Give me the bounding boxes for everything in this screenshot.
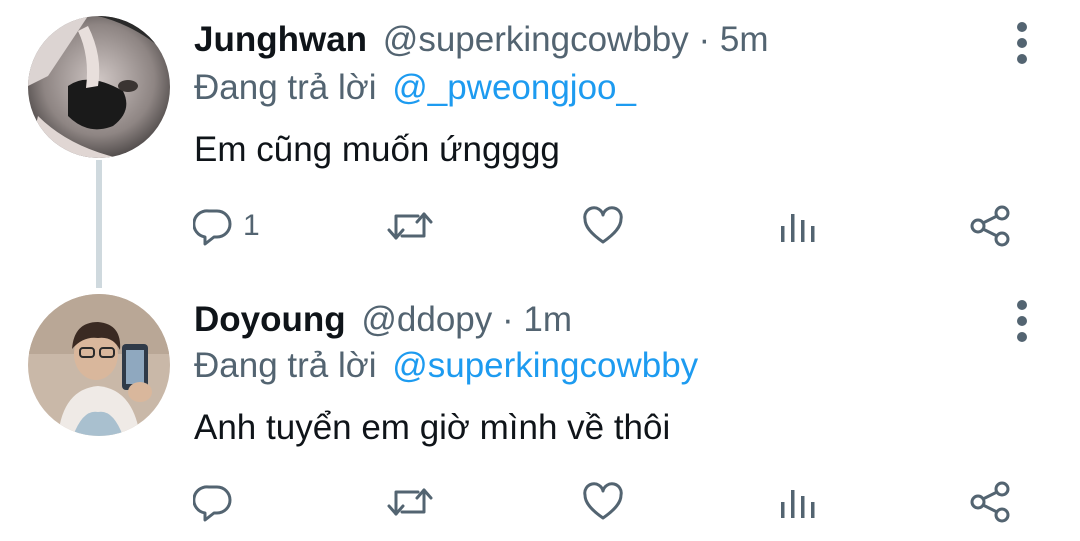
replying-to: Đang trả lời @superkingcowbby — [194, 346, 698, 386]
more-options-icon[interactable] — [1008, 22, 1036, 66]
avatar[interactable] — [28, 294, 170, 436]
reply-count: 1 — [243, 209, 260, 242]
tweet-1[interactable]: Junghwan @superkingcowbby · 5m Đang trả … — [0, 0, 1080, 270]
replying-to-label: Đang trả lời — [194, 68, 377, 107]
replying-to-label: Đang trả lời — [194, 346, 377, 385]
separator-dot: · — [698, 20, 711, 59]
analytics-icon — [781, 490, 815, 518]
analytics-button[interactable] — [778, 482, 818, 522]
retweet-icon — [387, 212, 433, 240]
replying-to: Đang trả lời @_pweongjoo_ — [194, 68, 636, 108]
user-handle[interactable]: @superkingcowbby — [383, 20, 689, 59]
like-icon — [583, 206, 623, 244]
user-handle[interactable]: @ddopy — [361, 300, 492, 339]
display-name[interactable]: Junghwan — [194, 20, 367, 59]
avatar[interactable] — [28, 16, 170, 158]
reply-mention-link[interactable]: @superkingcowbby — [392, 346, 698, 385]
tweet-text: Anh tuyển em giờ mình về thôi — [194, 408, 671, 447]
reply-mention-link[interactable]: @_pweongjoo_ — [392, 68, 636, 107]
like-icon — [583, 482, 623, 520]
reply-icon — [193, 209, 232, 246]
display-name[interactable]: Doyoung — [194, 300, 346, 339]
more-options-icon[interactable] — [1008, 300, 1036, 344]
tweet-header: Junghwan @superkingcowbby · 5m — [194, 20, 769, 60]
tweet-header: Doyoung @ddopy · 1m — [194, 300, 572, 340]
timestamp[interactable]: 5m — [720, 20, 769, 59]
reply-button[interactable]: 1 — [193, 206, 260, 246]
analytics-button[interactable] — [778, 206, 818, 246]
tweet-text: Em cũng muốn ứngggg — [194, 130, 560, 169]
separator-dot: · — [502, 300, 514, 339]
retweet-button[interactable] — [386, 482, 434, 522]
like-button[interactable] — [582, 206, 624, 246]
share-icon — [970, 481, 1010, 523]
share-button[interactable] — [968, 204, 1012, 248]
like-button[interactable] — [582, 482, 624, 522]
retweet-icon — [387, 488, 433, 516]
reply-button[interactable] — [193, 482, 243, 522]
analytics-icon — [781, 214, 815, 242]
tweet-2[interactable]: Doyoung @ddopy · 1m Đang trả lời @superk… — [0, 270, 1080, 541]
share-icon — [970, 205, 1010, 247]
timestamp[interactable]: 1m — [523, 300, 572, 339]
reply-icon — [193, 485, 232, 522]
share-button[interactable] — [968, 480, 1012, 524]
retweet-button[interactable] — [386, 206, 434, 246]
